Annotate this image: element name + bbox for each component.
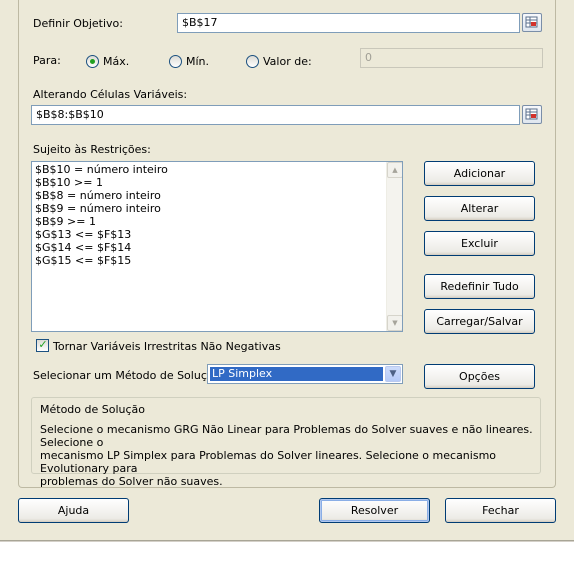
constraints-list[interactable]: $B$10 = número inteiro $B$10 >= 1 $B$8 =…	[31, 161, 403, 332]
nonneg-label[interactable]: Tornar Variáveis Irrestritas Não Negativ…	[53, 340, 281, 353]
constraints-scrollbar[interactable]: ▲ ▼	[386, 162, 402, 331]
nonneg-checkbox[interactable]: ✓	[36, 338, 49, 352]
chevron-down-icon[interactable]: ▼	[385, 366, 401, 382]
close-button[interactable]: Fechar	[445, 498, 556, 523]
value-of-input[interactable]: 0	[360, 48, 543, 68]
method-info-text: Selecione o mecanismo GRG Não Linear par…	[40, 423, 540, 488]
constraint-item[interactable]: $B$10 >= 1	[32, 176, 402, 189]
range-select-icon	[525, 16, 538, 28]
variable-cells-input[interactable]: $B$8:$B$10	[31, 105, 520, 125]
variable-cells-range-select-button[interactable]	[522, 105, 542, 124]
change-button[interactable]: Alterar	[424, 196, 535, 221]
checkmark-icon: ✓	[38, 338, 48, 351]
objective-input[interactable]: $B$17	[177, 13, 520, 33]
constraint-item[interactable]: $G$13 <= $F$13	[32, 228, 402, 241]
para-label: Para:	[33, 54, 61, 67]
max-radio-label[interactable]: Máx.	[103, 55, 129, 68]
dialog-bottom-edge	[0, 540, 574, 542]
range-select-icon	[525, 108, 538, 120]
solve-button[interactable]: Resolver	[319, 498, 430, 523]
method-info-title: Método de Solução	[40, 403, 146, 416]
delete-button[interactable]: Excluir	[424, 231, 535, 256]
value-of-radio-label[interactable]: Valor de:	[263, 55, 312, 68]
add-button[interactable]: Adicionar	[424, 161, 535, 186]
method-selected-value: LP Simplex	[210, 367, 383, 381]
solver-dialog: Definir Objetivo: $B$17 Para: Máx. Mín. …	[0, 0, 574, 540]
variable-cells-label: Alterando Células Variáveis:	[33, 88, 188, 101]
help-button[interactable]: Ajuda	[18, 498, 129, 523]
method-select[interactable]: LP Simplex ▼	[207, 364, 403, 384]
constraint-item[interactable]: $B$9 >= 1	[32, 215, 402, 228]
max-radio[interactable]	[86, 55, 99, 68]
method-info-line: mecanismo LP Simplex para Problemas do S…	[40, 449, 497, 475]
options-button[interactable]: Opções	[424, 364, 535, 389]
objective-range-select-button[interactable]	[522, 13, 542, 32]
constraints-label: Sujeito às Restrições:	[33, 143, 151, 156]
constraint-item[interactable]: $G$15 <= $F$15	[32, 254, 402, 267]
scroll-down-icon[interactable]: ▼	[387, 315, 402, 331]
min-radio[interactable]	[169, 55, 182, 68]
constraint-item[interactable]: $B$8 = número inteiro	[32, 189, 402, 202]
value-of-radio[interactable]	[246, 55, 259, 68]
reset-all-button[interactable]: Redefinir Tudo	[424, 274, 535, 299]
min-radio-label[interactable]: Mín.	[186, 55, 209, 68]
scroll-up-icon[interactable]: ▲	[387, 162, 402, 178]
load-save-button[interactable]: Carregar/Salvar	[424, 309, 535, 334]
method-info-line: Selecione o mecanismo GRG Não Linear par…	[40, 423, 533, 449]
constraint-item[interactable]: $G$14 <= $F$14	[32, 241, 402, 254]
method-info-line: problemas do Solver não suaves.	[40, 475, 223, 488]
objective-label: Definir Objetivo:	[33, 17, 123, 30]
method-info-group: Método de Solução Selecione o mecanismo …	[31, 397, 541, 488]
method-label: Selecionar um Método de Solução:	[33, 369, 225, 382]
constraint-item[interactable]: $B$9 = número inteiro	[32, 202, 402, 215]
constraint-item[interactable]: $B$10 = número inteiro	[32, 163, 402, 176]
